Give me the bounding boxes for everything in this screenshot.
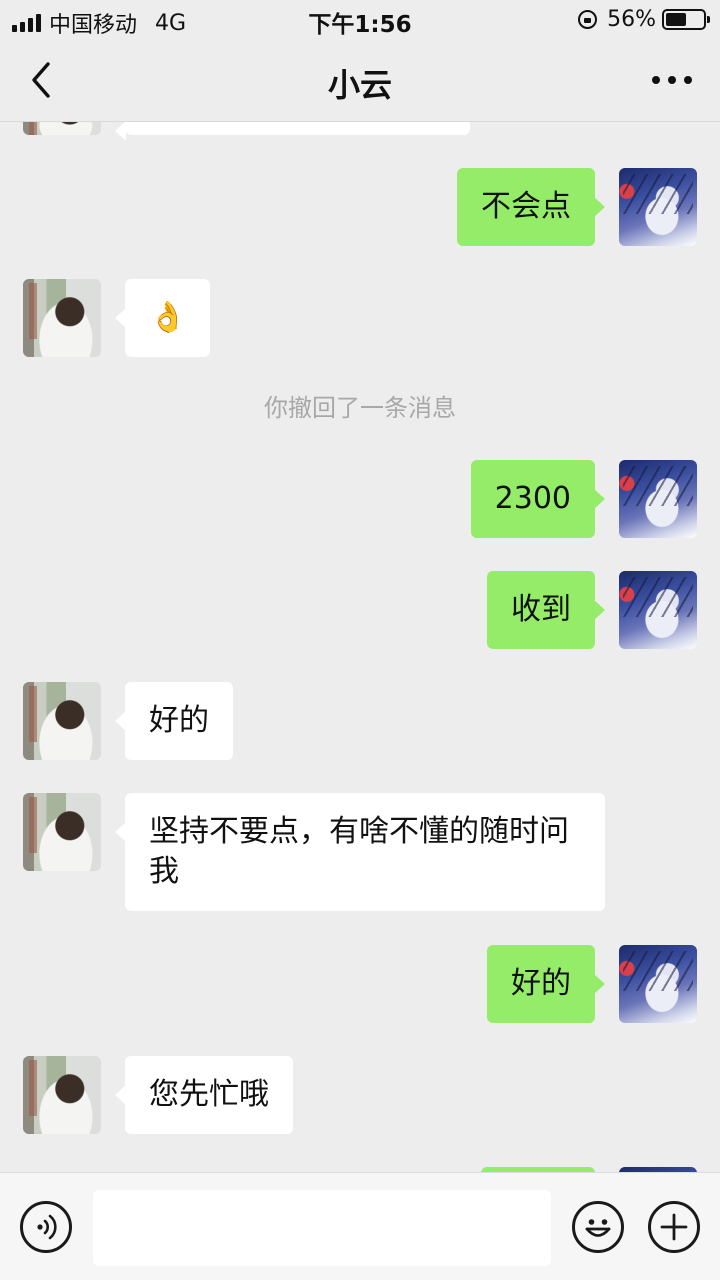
message-bubble[interactable]: 坚持不要点，有啥不懂的随时问我 — [115, 793, 605, 911]
voice-button[interactable] — [20, 1201, 72, 1253]
contact-avatar[interactable] — [23, 793, 101, 871]
self-avatar[interactable] — [619, 571, 697, 649]
input-bar — [0, 1172, 720, 1280]
status-right: 56% — [578, 7, 710, 32]
message-bubble[interactable]: 好的 — [487, 945, 605, 1023]
add-button[interactable] — [648, 1201, 700, 1253]
message-bubble[interactable]: 好的 — [115, 682, 233, 760]
more-dots-icon — [652, 76, 660, 84]
emoji-button[interactable] — [572, 1201, 624, 1253]
self-avatar[interactable] — [619, 460, 697, 538]
page-title: 小云 — [327, 66, 392, 104]
plus-icon — [660, 1213, 688, 1241]
voice-icon — [37, 1214, 57, 1240]
chat-header: 小云 — [0, 40, 720, 122]
orientation-lock-icon — [578, 10, 598, 29]
chat-area[interactable]: 不会点 👌 你撤回了一条消息 2300 收到 好的 坚持不要点，有啥不懂的随时问… — [0, 0, 720, 1172]
contact-avatar[interactable] — [23, 682, 101, 760]
message-bubble[interactable]: 您先忙哦 — [115, 1056, 293, 1134]
self-avatar[interactable] — [619, 168, 697, 246]
recall-notice: 你撤回了一条消息 — [264, 394, 456, 422]
message-bubble[interactable]: 收到 — [487, 571, 605, 649]
more-button[interactable] — [652, 70, 692, 90]
contact-avatar[interactable] — [23, 1056, 101, 1134]
battery-fill — [666, 13, 686, 26]
message-bubble[interactable]: 👌 — [114, 279, 211, 357]
status-bar: 中国移动 4G 下午1:56 56% — [0, 0, 720, 40]
message-bubble[interactable]: 2300 — [470, 460, 606, 538]
battery-percent: 56% — [607, 7, 656, 32]
message-input[interactable] — [93, 1190, 551, 1266]
battery-icon — [662, 9, 710, 30]
contact-avatar[interactable] — [23, 279, 101, 357]
self-avatar[interactable] — [619, 945, 697, 1023]
smiley-icon — [585, 1219, 611, 1237]
message-bubble[interactable]: 不会点 — [457, 168, 605, 246]
